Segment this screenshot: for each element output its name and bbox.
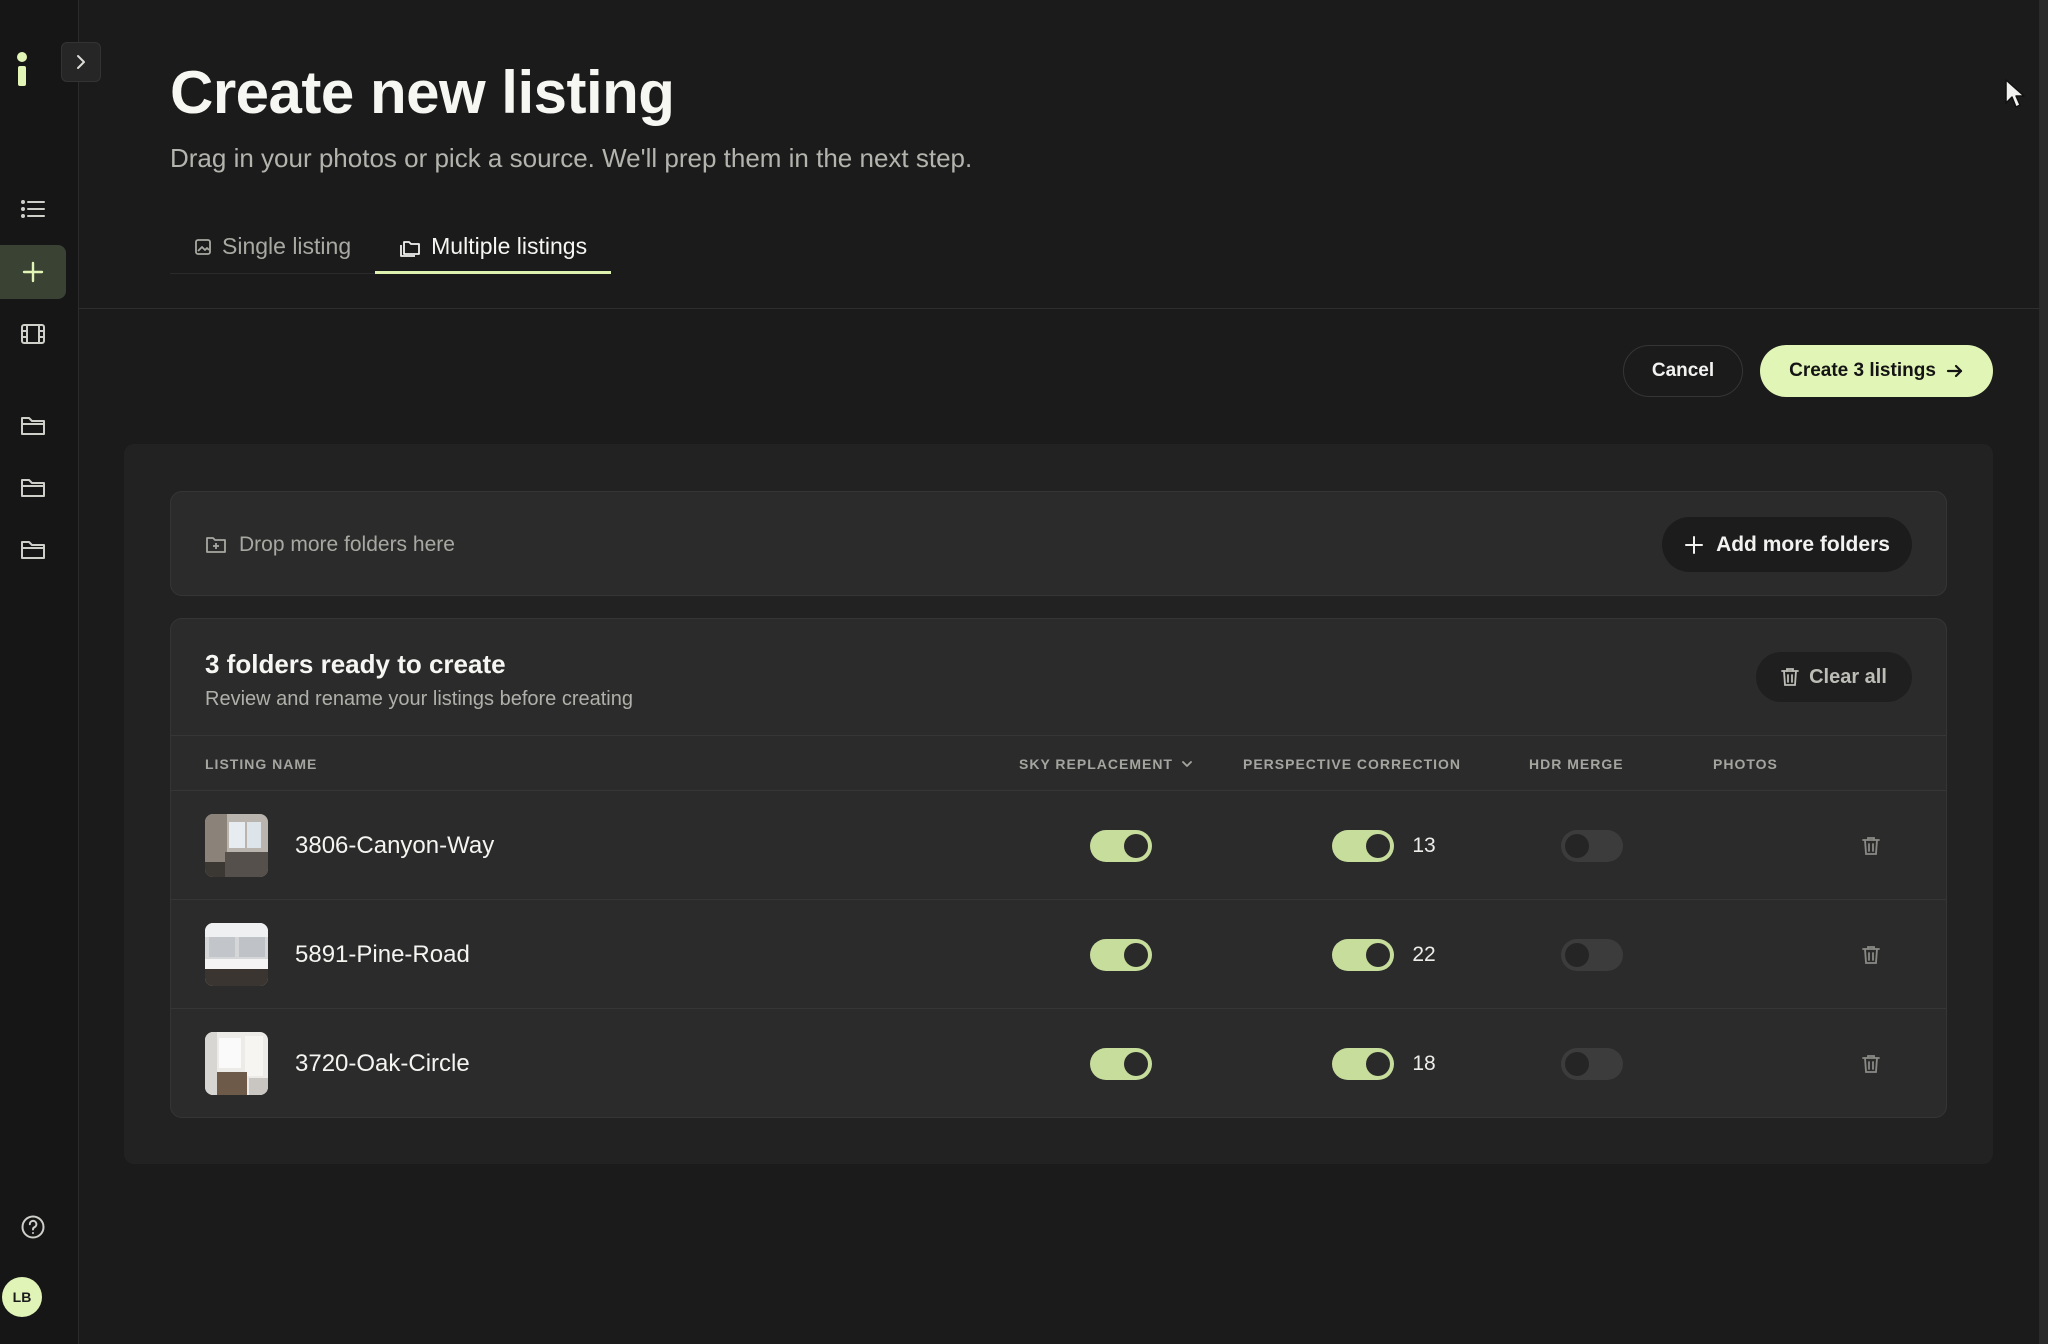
plus-icon	[22, 261, 44, 283]
delete-row-button[interactable]	[1856, 831, 1886, 861]
delete-row-button[interactable]	[1856, 940, 1886, 970]
window-edge	[2039, 0, 2048, 1344]
trash-icon	[1862, 837, 1880, 855]
hdr-merge-toggle[interactable]	[1561, 830, 1623, 862]
trash-icon	[1862, 1055, 1880, 1073]
sky-replacement-toggle[interactable]	[1090, 830, 1152, 862]
listing-thumbnail	[205, 1032, 268, 1095]
folder-plus-icon	[206, 536, 226, 553]
logo-icon	[17, 52, 27, 86]
perspective-correction-toggle[interactable]	[1332, 830, 1394, 862]
column-sky-replacement[interactable]: SKY REPLACEMENT	[1019, 736, 1193, 792]
listing-name[interactable]: 5891-Pine-Road	[295, 900, 470, 1009]
delete-row-button[interactable]	[1856, 1049, 1886, 1079]
folder-icon	[21, 479, 45, 497]
list-title: 3 folders ready to create	[205, 649, 506, 679]
plus-icon	[1685, 535, 1704, 554]
film-icon	[21, 324, 45, 344]
sidebar-item-folder-1[interactable]	[0, 398, 66, 452]
clear-all-button[interactable]: Clear all	[1756, 652, 1912, 702]
column-listing-name: LISTING NAME	[205, 756, 318, 772]
add-more-folders-label: Add more folders	[1716, 532, 1890, 556]
hdr-merge-toggle[interactable]	[1561, 939, 1623, 971]
sidebar: LB	[0, 0, 79, 1344]
table-body: 3806-Canyon-Way 13 5891-Pine-Road 22 372…	[171, 791, 1946, 1117]
arrow-right-icon	[1946, 364, 1962, 378]
sidebar-item-folder-3[interactable]	[0, 522, 66, 576]
listing-name[interactable]: 3806-Canyon-Way	[295, 791, 494, 900]
header-divider	[79, 308, 2039, 309]
image-icon	[195, 238, 211, 255]
mouse-cursor-icon	[2005, 79, 2025, 108]
column-perspective-correction: PERSPECTIVE CORRECTION	[1243, 756, 1462, 772]
photo-count: 22	[1412, 942, 1436, 966]
dropzone-text: Drop more folders here	[239, 532, 455, 556]
create-listings-button[interactable]: Create 3 listings	[1760, 345, 1993, 397]
table-row: 3720-Oak-Circle 18	[171, 1009, 1946, 1117]
sidebar-item-create[interactable]	[0, 245, 66, 299]
expand-sidebar-button[interactable]	[61, 42, 101, 82]
sidebar-item-listings[interactable]	[0, 182, 66, 236]
perspective-correction-toggle[interactable]	[1332, 939, 1394, 971]
page-title: Create new listing	[170, 59, 675, 126]
clear-all-label: Clear all	[1809, 665, 1887, 688]
tab-label: Single listing	[222, 233, 352, 259]
folders-list: 3 folders ready to create Review and ren…	[170, 618, 1947, 1118]
column-hdr-merge: HDR MERGE	[1529, 756, 1624, 772]
create-listings-label: Create 3 listings	[1789, 360, 1936, 381]
tab-label: Multiple listings	[431, 233, 588, 259]
tab-single-listing[interactable]: Single listing	[170, 222, 375, 274]
tab-multiple-listings[interactable]: Multiple listings	[375, 222, 612, 274]
sky-replacement-toggle[interactable]	[1090, 939, 1152, 971]
photo-count: 13	[1412, 833, 1436, 857]
page-subtitle: Drag in your photos or pick a source. We…	[170, 143, 973, 173]
avatar[interactable]: LB	[2, 1277, 42, 1317]
folder-icon	[21, 541, 45, 559]
listing-thumbnail	[205, 814, 268, 877]
listing-thumbnail	[205, 923, 268, 986]
sidebar-item-folder-2[interactable]	[0, 460, 66, 514]
chevron-right-icon	[77, 55, 85, 69]
sidebar-item-videos[interactable]	[0, 307, 66, 361]
list-subtitle: Review and rename your listings before c…	[205, 688, 633, 710]
cancel-button[interactable]: Cancel	[1623, 345, 1743, 397]
column-photos: PHOTOS	[1713, 756, 1778, 772]
folder-dropzone[interactable]: Drop more folders here Add more folders	[170, 491, 1947, 596]
sidebar-item-help[interactable]	[0, 1200, 66, 1254]
perspective-correction-toggle[interactable]	[1332, 1048, 1394, 1080]
list-icon	[21, 200, 45, 218]
help-icon	[21, 1215, 45, 1239]
trash-icon	[1781, 668, 1799, 686]
listing-mode-tabs: Single listing Multiple listings	[170, 222, 612, 274]
table-row: 5891-Pine-Road 22	[171, 900, 1946, 1009]
upload-panel: Drop more folders here Add more folders …	[124, 444, 1993, 1164]
folder-icon	[21, 417, 45, 435]
dropzone-label: Drop more folders here	[205, 492, 455, 597]
sky-replacement-toggle[interactable]	[1090, 1048, 1152, 1080]
listing-name[interactable]: 3720-Oak-Circle	[295, 1009, 470, 1117]
table-header: LISTING NAME SKY REPLACEMENT PERSPECTIVE…	[171, 735, 1946, 791]
hdr-merge-toggle[interactable]	[1561, 1048, 1623, 1080]
chevron-down-icon	[1182, 761, 1192, 767]
folders-icon	[400, 240, 421, 257]
table-row: 3806-Canyon-Way 13	[171, 791, 1946, 900]
add-more-folders-button[interactable]: Add more folders	[1662, 517, 1912, 572]
trash-icon	[1862, 946, 1880, 964]
column-sky-replacement-label: SKY REPLACEMENT	[1019, 756, 1173, 772]
photo-count: 18	[1412, 1051, 1436, 1075]
